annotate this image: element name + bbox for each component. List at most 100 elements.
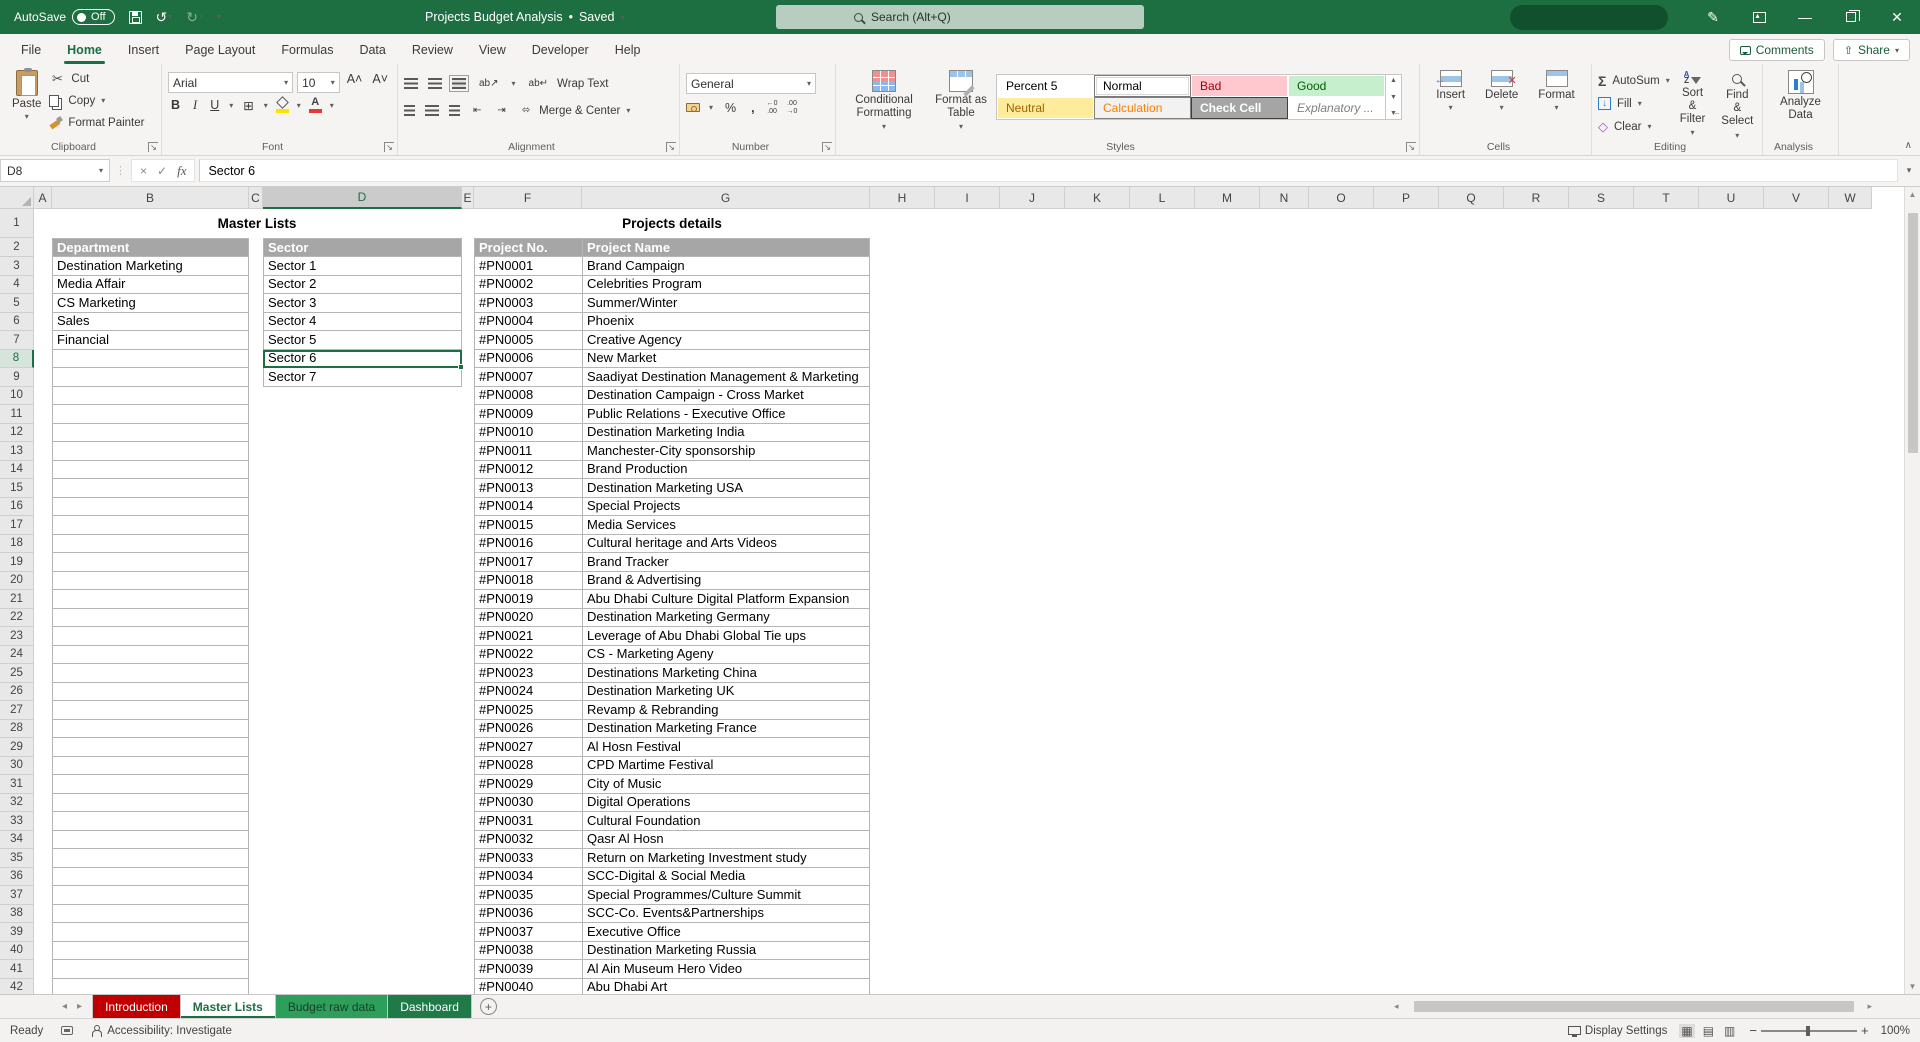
column-header-K[interactable]: K [1065, 187, 1130, 209]
cell-E16[interactable] [462, 498, 474, 517]
cell-E7[interactable] [462, 331, 474, 350]
decrease-indent-button[interactable]: ⇤ [470, 105, 484, 116]
column-header-Q[interactable]: Q [1439, 187, 1504, 209]
row-header-22[interactable]: 22 [0, 608, 34, 627]
cell-B25[interactable] [52, 664, 249, 683]
sheet-tab-dashboard[interactable]: Dashboard [388, 995, 472, 1018]
row-header-18[interactable]: 18 [0, 534, 34, 553]
cell-C9[interactable] [249, 368, 263, 387]
cell-E41[interactable] [462, 960, 474, 979]
align-right-button[interactable] [449, 105, 460, 116]
cell-F8[interactable]: #PN0006 [474, 349, 582, 368]
font-dialog-launcher[interactable]: ↘ [384, 142, 394, 152]
row-header-2[interactable]: 2 [0, 238, 34, 257]
cell-A39[interactable] [34, 923, 52, 942]
cell-E23[interactable] [462, 627, 474, 646]
row-header-13[interactable]: 13 [0, 442, 34, 461]
cell-F19[interactable]: #PN0017 [474, 553, 582, 572]
decrease-decimal-button[interactable]: .00 →0 [787, 100, 798, 115]
cell-F41[interactable]: #PN0039 [474, 960, 582, 979]
cell-A26[interactable] [34, 683, 52, 702]
row-header-37[interactable]: 37 [0, 886, 34, 905]
cell-D39[interactable] [263, 923, 462, 942]
cell-C29[interactable] [249, 738, 263, 757]
sheet-tab-introduction[interactable]: Introduction [93, 995, 181, 1018]
cell-G32[interactable]: Digital Operations [582, 793, 870, 812]
normal-view-button[interactable]: ▦ [1679, 1023, 1695, 1038]
cell-A24[interactable] [34, 646, 52, 665]
vertical-scroll-thumb[interactable] [1907, 213, 1918, 453]
cell-E35[interactable] [462, 849, 474, 868]
cell-A7[interactable] [34, 331, 52, 350]
row-header-16[interactable]: 16 [0, 497, 34, 516]
cell-A3[interactable] [34, 257, 52, 276]
cell-B7[interactable]: Financial [52, 331, 249, 350]
row-header-9[interactable]: 9 [0, 368, 34, 387]
cell-C27[interactable] [249, 701, 263, 720]
cell-E17[interactable] [462, 516, 474, 535]
cell-B14[interactable] [52, 460, 249, 479]
row-header-12[interactable]: 12 [0, 423, 34, 442]
cell-C30[interactable] [249, 757, 263, 776]
save-button[interactable] [128, 10, 142, 24]
cell-E22[interactable] [462, 609, 474, 628]
expand-formula-bar-button[interactable]: ▾ [1898, 165, 1920, 176]
merge-center-button[interactable]: ⬄ Merge & Center ▾ [519, 100, 631, 121]
tab-view[interactable]: View [466, 37, 519, 64]
cell-D26[interactable] [263, 683, 462, 702]
tab-data[interactable]: Data [346, 37, 398, 64]
cell-A13[interactable] [34, 442, 52, 461]
minimize-button[interactable]: — [1782, 0, 1828, 34]
cell-A20[interactable] [34, 572, 52, 591]
cell-style-good[interactable]: Good [1288, 75, 1385, 97]
tab-insert[interactable]: Insert [115, 37, 172, 64]
cell-E15[interactable] [462, 479, 474, 498]
cell-D32[interactable] [263, 794, 462, 813]
cell-A30[interactable] [34, 757, 52, 776]
cell-B26[interactable] [52, 682, 249, 701]
cell-F17[interactable]: #PN0015 [474, 516, 582, 535]
cell-D9[interactable]: Sector 7 [263, 368, 462, 387]
cell-A29[interactable] [34, 738, 52, 757]
cell-C10[interactable] [249, 387, 263, 406]
alignment-dialog-launcher[interactable]: ↘ [666, 142, 676, 152]
row-header-19[interactable]: 19 [0, 553, 34, 572]
row-header-38[interactable]: 38 [0, 904, 34, 923]
project-name-column-header[interactable]: Project Name [582, 238, 870, 257]
cell-D18[interactable] [263, 535, 462, 554]
cell-F4[interactable]: #PN0002 [474, 275, 582, 294]
cell-E20[interactable] [462, 572, 474, 591]
cell-F34[interactable]: #PN0032 [474, 830, 582, 849]
cell-F26[interactable]: #PN0024 [474, 682, 582, 701]
master-lists-title[interactable]: Master Lists [52, 209, 462, 238]
cell-F36[interactable]: #PN0034 [474, 867, 582, 886]
column-header-L[interactable]: L [1130, 187, 1195, 209]
row-header-25[interactable]: 25 [0, 664, 34, 683]
cell-D38[interactable] [263, 905, 462, 924]
cell-G25[interactable]: Destinations Marketing China [582, 664, 870, 683]
cell-F9[interactable]: #PN0007 [474, 368, 582, 387]
cell-C33[interactable] [249, 812, 263, 831]
styles-gallery-up-button[interactable]: ▲ [1390, 77, 1397, 84]
display-settings-button[interactable]: Display Settings [1567, 1025, 1667, 1037]
cell-D33[interactable] [263, 812, 462, 831]
tab-developer[interactable]: Developer [519, 37, 602, 64]
row-header-42[interactable]: 42 [0, 978, 34, 994]
cell-B40[interactable] [52, 941, 249, 960]
cell-G37[interactable]: Special Programmes/Culture Summit [582, 886, 870, 905]
cell-A15[interactable] [34, 479, 52, 498]
cell-A34[interactable] [34, 831, 52, 850]
font-name-select[interactable]: Arial ▾ [168, 72, 294, 93]
department-column-header[interactable]: Department [52, 238, 249, 257]
column-header-B[interactable]: B [52, 187, 249, 209]
collapse-ribbon-button[interactable]: ∧ [1905, 140, 1912, 151]
inking-button[interactable]: ✎ [1690, 0, 1736, 34]
cell-F23[interactable]: #PN0021 [474, 627, 582, 646]
cell-D29[interactable] [263, 738, 462, 757]
cell-F35[interactable]: #PN0033 [474, 849, 582, 868]
cell-G18[interactable]: Cultural heritage and Arts Videos [582, 534, 870, 553]
tab-formulas[interactable]: Formulas [268, 37, 346, 64]
cell-F27[interactable]: #PN0025 [474, 701, 582, 720]
cell-B32[interactable] [52, 793, 249, 812]
row-header-35[interactable]: 35 [0, 849, 34, 868]
